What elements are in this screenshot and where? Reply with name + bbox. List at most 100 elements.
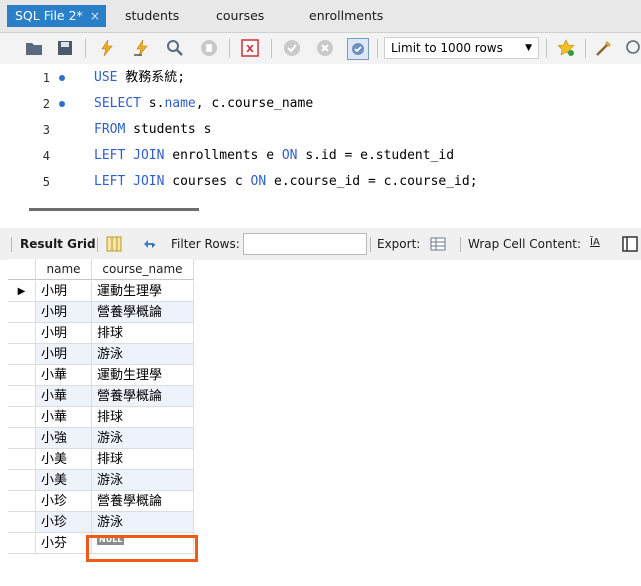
beautify-icon[interactable] [594,38,614,58]
cell-course-name[interactable]: 營養學概論 [92,302,194,323]
filter-rows-input[interactable] [243,233,367,255]
row-header[interactable] [8,407,36,428]
tab-enrollments[interactable]: enrollments [309,5,383,27]
svg-text:X: X [246,44,254,55]
cell-course-name[interactable]: 營養學概論 [92,491,194,512]
table-row[interactable]: 小華 營養學概論 [8,386,194,407]
row-header[interactable] [8,449,36,470]
code-text: SELECT s.name, c.course_name [94,96,314,111]
table-row[interactable]: 小明 游泳 [8,344,194,365]
cell-name[interactable]: 小美 [36,470,92,491]
row-header[interactable] [8,386,36,407]
export-icon[interactable] [429,234,449,254]
column-header-course-name[interactable]: course_name [92,259,194,280]
grid-columns-icon[interactable] [104,234,124,254]
row-header[interactable] [8,491,36,512]
statement-marker-icon [59,101,65,107]
table-row[interactable]: 小美 排球 [8,449,194,470]
row-header[interactable] [8,302,36,323]
cell-name[interactable]: 小珍 [36,491,92,512]
toggle-error-icon[interactable]: X [240,38,260,58]
row-header[interactable] [8,428,36,449]
horizontal-scrollbar[interactable] [29,208,199,211]
line-number: 5 [42,175,50,189]
code-text: LEFT JOIN enrollments e ON s.id = e.stud… [94,148,455,163]
row-header[interactable] [8,470,36,491]
table-row[interactable]: 小明 排球 [8,323,194,344]
code-text: FROM students s [94,122,212,137]
line-number: 2 [42,97,50,111]
row-header[interactable] [8,533,36,554]
find-icon[interactable] [624,38,641,58]
cell-name[interactable]: 小華 [36,407,92,428]
tab-courses[interactable]: courses [216,5,264,27]
cell-course-name[interactable]: 排球 [92,449,194,470]
table-row[interactable]: 小華 運動生理學 [8,365,194,386]
cell-course-name[interactable]: 營養學概論 [92,386,194,407]
export-label: Export: [377,237,421,251]
cell-course-name[interactable]: 游泳 [92,470,194,491]
code-line-3: 3 FROM students s [8,120,641,140]
row-header[interactable] [8,323,36,344]
code-line-4: 4 LEFT JOIN enrollments e ON s.id = e.st… [8,146,641,166]
cell-name[interactable]: 小明 [36,323,92,344]
save-icon[interactable] [55,38,75,58]
cell-course-name[interactable]: 游泳 [92,428,194,449]
cell-name[interactable]: 小芬 [36,533,92,554]
wrap-cell-icon[interactable]: ĪA [590,237,600,248]
cell-name[interactable]: 小明 [36,344,92,365]
cell-name[interactable]: 小強 [36,428,92,449]
code-line-5: 5 LEFT JOIN courses c ON e.course_id = c… [8,172,641,192]
table-row[interactable]: ▶ 小明 運動生理學 [8,281,194,302]
cell-course-name[interactable]: 游泳 [92,512,194,533]
table-row[interactable]: 小華 排球 [8,407,194,428]
refresh-icon[interactable] [140,234,160,254]
cell-course-name[interactable]: 排球 [92,407,194,428]
wrap-cell-content-label: Wrap Cell Content: [468,237,582,251]
sql-editor[interactable]: 1 USE 教務系統; 2 SELECT s.name, c.course_na… [8,64,641,202]
current-row-marker-icon[interactable]: ▶ [8,281,36,302]
cell-course-name[interactable]: 游泳 [92,344,194,365]
folder-icon[interactable] [24,38,44,58]
editor-toolbar: X Limit to 1000 rows ▼ [0,33,641,64]
execute-icon[interactable] [97,38,117,58]
form-editor-icon[interactable] [620,234,640,254]
row-header[interactable] [8,344,36,365]
cell-course-name[interactable]: 運動生理學 [92,281,194,302]
cell-name[interactable]: 小明 [36,302,92,323]
cell-name[interactable]: 小美 [36,449,92,470]
favorite-icon[interactable] [556,38,576,58]
filter-rows-label: Filter Rows: [171,237,240,251]
rollback-icon[interactable] [315,38,335,58]
column-header-name[interactable]: name [36,259,92,280]
stop-icon[interactable] [199,38,219,58]
cell-course-name[interactable]: 排球 [92,323,194,344]
result-grid-tab[interactable]: Result Grid [20,237,96,251]
cell-name[interactable]: 小明 [36,281,92,302]
table-row[interactable]: 小珍 營養學概論 [8,491,194,512]
autocommit-icon[interactable] [347,38,369,60]
execute-current-icon[interactable] [132,38,152,58]
code-line-1: 1 USE 教務系統; [8,68,641,88]
cell-course-name[interactable]: 運動生理學 [92,365,194,386]
cell-name[interactable]: 小華 [36,365,92,386]
cell-name[interactable]: 小珍 [36,512,92,533]
cell-name[interactable]: 小華 [36,386,92,407]
explain-icon[interactable] [165,38,185,58]
code-line-2: 2 SELECT s.name, c.course_name [8,94,641,114]
line-number: 1 [42,71,50,85]
code-text: USE 教務系統; [94,70,186,85]
commit-icon[interactable] [282,38,302,58]
table-row[interactable]: 小強 游泳 [8,428,194,449]
line-number: 3 [42,123,50,137]
table-row[interactable]: 小美 游泳 [8,470,194,491]
tab-sql-file-2[interactable]: SQL File 2* × [7,5,106,27]
row-header[interactable] [8,365,36,386]
close-icon[interactable]: × [90,9,100,23]
table-row[interactable]: 小珍 游泳 [8,512,194,533]
row-header[interactable] [8,512,36,533]
table-row[interactable]: 小明 營養學概論 [8,302,194,323]
limit-rows-select[interactable]: Limit to 1000 rows ▼ [384,37,539,59]
line-number: 4 [42,149,50,163]
tab-students[interactable]: students [125,5,179,27]
